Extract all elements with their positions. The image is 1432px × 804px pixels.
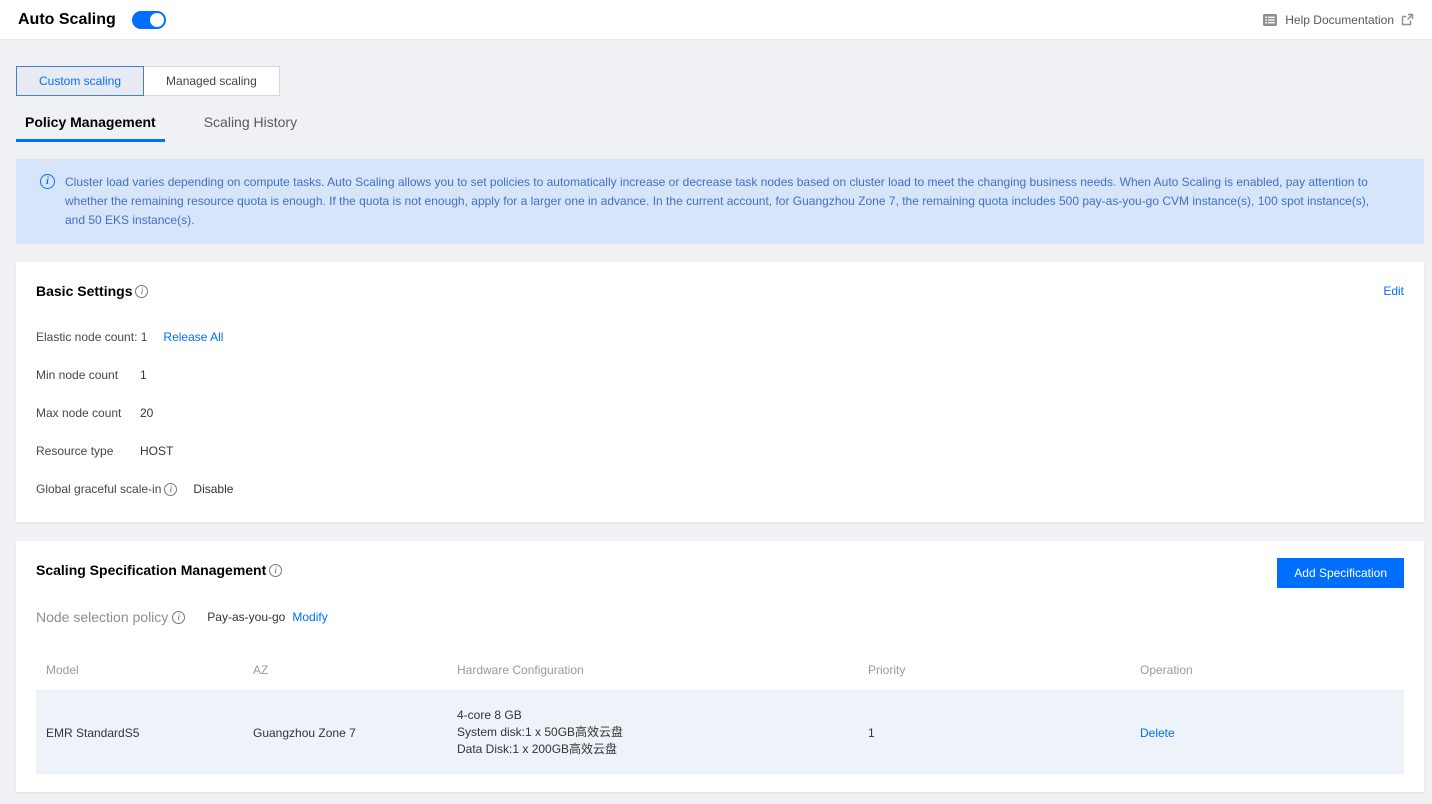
resource-type-value: HOST — [140, 444, 174, 458]
node-selection-policy-value: Pay-as-you-go — [207, 610, 286, 624]
column-operation: Operation — [1130, 654, 1404, 691]
policy-subtabs: Policy Management Scaling History — [16, 108, 1424, 142]
field-min-node-count: Min node count 1 — [36, 366, 1404, 384]
page-title: Auto Scaling — [18, 10, 116, 28]
delete-button[interactable]: Delete — [1140, 726, 1175, 740]
basic-settings-card: Basic Settings i Edit Elastic node count… — [16, 262, 1424, 522]
column-priority: Priority — [858, 654, 1130, 691]
subtab-scaling-history[interactable]: Scaling History — [195, 108, 306, 142]
cell-priority: 1 — [858, 690, 1130, 774]
info-icon[interactable]: i — [135, 284, 149, 298]
cell-operation: Delete — [1130, 690, 1404, 774]
release-all-button[interactable]: Release All — [163, 330, 223, 344]
info-icon[interactable]: i — [164, 482, 178, 496]
hardware-line: Data Disk:1 x 200GB高效云盘 — [457, 742, 618, 756]
scaling-specification-card: Scaling Specification Management i Add S… — [16, 541, 1424, 792]
cell-model: EMR StandardS5 — [36, 690, 243, 774]
info-icon[interactable]: i — [269, 563, 283, 577]
scaling-mode-tabs: Custom scaling Managed scaling — [16, 66, 280, 96]
add-specification-button[interactable]: Add Specification — [1277, 558, 1404, 588]
info-icon[interactable]: i — [172, 610, 186, 624]
subtab-policy-management[interactable]: Policy Management — [16, 108, 165, 142]
column-az: AZ — [243, 654, 447, 691]
modify-button[interactable]: Modify — [292, 610, 327, 624]
field-resource-type: Resource type HOST — [36, 442, 1404, 460]
external-link-icon — [1401, 13, 1414, 26]
help-documentation-link[interactable]: Help Documentation — [1285, 13, 1394, 27]
hardware-line: System disk:1 x 50GB高效云盘 — [457, 725, 624, 739]
info-icon: i — [40, 174, 55, 189]
scaling-specification-title: Scaling Specification Management — [36, 562, 267, 578]
field-global-graceful-scale-in: Global graceful scale-in i Disable — [36, 480, 1404, 498]
field-elastic-node-count: Elastic node count: 1 Release All — [36, 328, 1404, 346]
column-hardware-configuration: Hardware Configuration — [447, 654, 858, 691]
column-model: Model — [36, 654, 243, 691]
basic-settings-title: Basic Settings — [36, 283, 133, 299]
documentation-icon — [1262, 12, 1278, 28]
toggle-knob — [149, 12, 164, 27]
tab-custom-scaling[interactable]: Custom scaling — [16, 66, 145, 96]
min-node-count-value: 1 — [140, 368, 147, 382]
node-selection-policy-label: Node selection policy i — [36, 609, 186, 625]
table-header-row: Model AZ Hardware Configuration Priority… — [36, 654, 1404, 691]
max-node-count-label: Max node count — [36, 406, 122, 420]
field-max-node-count: Max node count 20 — [36, 404, 1404, 422]
elastic-node-count-label: Elastic node count: 1 — [36, 330, 148, 344]
min-node-count-label: Min node count — [36, 368, 119, 382]
cell-az: Guangzhou Zone 7 — [243, 690, 447, 774]
info-banner: i Cluster load varies depending on compu… — [16, 159, 1424, 244]
resource-type-label: Resource type — [36, 444, 114, 458]
edit-button[interactable]: Edit — [1383, 284, 1404, 298]
info-banner-text: Cluster load varies depending on compute… — [65, 175, 1370, 227]
hardware-line: 4-core 8 GB — [457, 708, 522, 722]
table-row: EMR StandardS5 Guangzhou Zone 7 4-core 8… — [36, 690, 1404, 774]
tab-managed-scaling[interactable]: Managed scaling — [143, 66, 280, 96]
auto-scaling-toggle[interactable] — [131, 10, 166, 29]
cell-hardware-configuration: 4-core 8 GB System disk:1 x 50GB高效云盘 Dat… — [447, 690, 858, 774]
global-graceful-scale-in-value: Disable — [193, 482, 234, 496]
global-graceful-scale-in-label: Global graceful scale-in i — [36, 482, 178, 496]
node-selection-policy-row: Node selection policy i Pay-as-you-go Mod… — [36, 609, 1404, 625]
top-header: Auto Scaling Help Documentation — [0, 0, 1432, 40]
max-node-count-value: 20 — [140, 406, 154, 420]
specification-table: Model AZ Hardware Configuration Priority… — [36, 654, 1404, 774]
